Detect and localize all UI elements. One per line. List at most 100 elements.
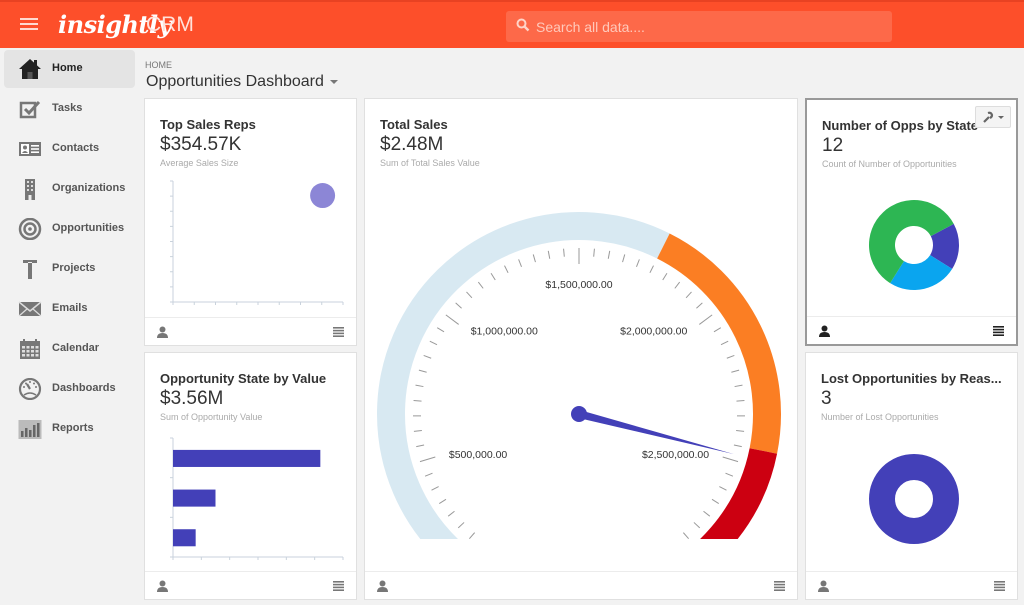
top-sales-reps-card: Top Sales Reps $354.57K Average Sales Si… bbox=[144, 98, 357, 346]
user-icon[interactable] bbox=[818, 580, 829, 592]
lost-opportunities-card: Lost Opportunities by Reas... 3 Number o… bbox=[805, 352, 1018, 600]
gauge-minor-tick bbox=[563, 248, 565, 257]
scatter-chart[interactable] bbox=[145, 174, 358, 314]
sidebar: Home Tasks Contacts Organizations Opport… bbox=[0, 48, 138, 605]
wrench-icon bbox=[983, 111, 1004, 123]
user-icon[interactable] bbox=[819, 325, 830, 337]
scatter-point bbox=[310, 183, 336, 209]
gauge-minor-tick bbox=[415, 384, 424, 388]
sidebar-item-projects[interactable]: Projects bbox=[4, 250, 135, 288]
gauge-minor-tick bbox=[725, 472, 734, 477]
sidebar-item-calendar[interactable]: Calendar bbox=[4, 330, 135, 368]
gauge-minor-tick bbox=[719, 486, 727, 491]
gauge-minor-tick bbox=[720, 340, 729, 346]
hamburger-menu-icon[interactable] bbox=[20, 16, 38, 32]
gauge-minor-tick bbox=[547, 250, 551, 259]
gauge-minor-tick bbox=[636, 259, 640, 268]
gauge-label: $2,000,000.00 bbox=[620, 325, 687, 337]
bar bbox=[173, 529, 196, 547]
card-footer bbox=[807, 316, 1016, 344]
list-view-icon[interactable] bbox=[333, 327, 344, 337]
gauge-label: $1,500,000.00 bbox=[545, 279, 612, 291]
sidebar-item-label: Calendar bbox=[52, 342, 100, 354]
gauge-minor-tick bbox=[413, 430, 422, 432]
card-value: $3.56M bbox=[160, 388, 224, 409]
gauge-minor-tick bbox=[431, 486, 439, 491]
gauge-minor-tick bbox=[438, 498, 447, 505]
list-view-icon[interactable] bbox=[774, 581, 785, 591]
global-search[interactable] bbox=[506, 11, 892, 42]
gauge-band bbox=[700, 447, 778, 539]
horizontal-bar-chart[interactable] bbox=[145, 433, 358, 568]
building-icon bbox=[25, 179, 35, 200]
sidebar-item-dashboards[interactable]: Dashboards bbox=[4, 370, 135, 408]
gauge-major-tick bbox=[445, 314, 459, 325]
card-footer bbox=[365, 571, 797, 599]
product-name: CRM bbox=[146, 13, 194, 36]
card-title: Opportunity State by Value bbox=[160, 371, 327, 386]
gauge-needle bbox=[577, 410, 734, 455]
list-view-icon[interactable] bbox=[994, 581, 1005, 591]
bar-chart-icon bbox=[18, 420, 42, 439]
sidebar-item-organizations[interactable]: Organizations bbox=[4, 170, 135, 208]
search-input[interactable] bbox=[536, 11, 876, 42]
gauge-minor-tick bbox=[429, 340, 438, 346]
gauge-needle-hub bbox=[571, 406, 587, 422]
gauge-minor-tick bbox=[734, 384, 743, 388]
opps-by-state-card: Number of Opps by State 12 Count of Numb… bbox=[805, 98, 1018, 346]
gauge-minor-tick bbox=[477, 281, 484, 289]
sidebar-item-label: Emails bbox=[52, 302, 88, 314]
gauge-minor-tick bbox=[662, 272, 668, 281]
sidebar-item-label: Contacts bbox=[52, 142, 100, 154]
donut-chart[interactable] bbox=[806, 438, 1017, 568]
sidebar-item-label: Tasks bbox=[52, 102, 83, 114]
tasks-checkbox-icon bbox=[19, 100, 41, 119]
gauge-label: $1,000,000.00 bbox=[471, 325, 538, 337]
sidebar-item-emails[interactable]: Emails bbox=[4, 290, 135, 328]
gauge-minor-tick bbox=[607, 250, 611, 259]
gauge-chart[interactable]: $0.00$500,000.00$1,000,000.00$1,500,000.… bbox=[365, 199, 797, 539]
list-view-icon[interactable] bbox=[993, 326, 1004, 336]
home-icon bbox=[19, 59, 41, 79]
card-title: Number of Opps by State bbox=[822, 118, 979, 133]
list-view-icon[interactable] bbox=[333, 581, 344, 591]
sidebar-item-label: Projects bbox=[52, 262, 96, 274]
gauge-minor-tick bbox=[622, 254, 626, 263]
gauge-minor-tick bbox=[736, 399, 745, 402]
hammer-icon bbox=[23, 260, 37, 279]
card-title: Total Sales bbox=[380, 117, 448, 132]
bar bbox=[173, 489, 216, 507]
card-value: $354.57K bbox=[160, 134, 242, 155]
gauge-minor-tick bbox=[726, 354, 735, 359]
sidebar-item-label: Organizations bbox=[52, 182, 126, 194]
speedometer-icon bbox=[18, 378, 42, 400]
gauge-minor-tick bbox=[733, 444, 742, 448]
user-icon[interactable] bbox=[157, 326, 168, 338]
chevron-down-icon bbox=[329, 79, 338, 84]
sidebar-item-tasks[interactable]: Tasks bbox=[4, 90, 135, 128]
dashboard-selector[interactable]: Opportunities Dashboard bbox=[146, 73, 338, 91]
gauge-major-tick bbox=[722, 456, 739, 463]
sidebar-item-opportunities[interactable]: Opportunities bbox=[4, 210, 135, 248]
user-icon[interactable] bbox=[157, 580, 168, 592]
gauge-minor-tick bbox=[490, 272, 496, 281]
donut-chart[interactable] bbox=[807, 185, 1016, 315]
gauge-major-tick bbox=[699, 314, 713, 325]
breadcrumb[interactable]: HOME bbox=[145, 60, 172, 70]
sidebar-item-label: Reports bbox=[52, 422, 94, 434]
gauge-minor-tick bbox=[649, 265, 654, 274]
sidebar-item-reports[interactable]: Reports bbox=[4, 410, 135, 448]
gauge-minor-tick bbox=[518, 259, 522, 268]
card-footer bbox=[145, 571, 356, 599]
gauge-minor-tick bbox=[436, 327, 445, 333]
card-title: Lost Opportunities by Reas... bbox=[821, 371, 1002, 386]
sidebar-item-contacts[interactable]: Contacts bbox=[4, 130, 135, 168]
card-settings-button[interactable] bbox=[975, 106, 1011, 128]
gauge-minor-tick bbox=[418, 369, 427, 373]
gauge-minor-tick bbox=[532, 254, 536, 263]
gauge-minor-tick bbox=[504, 265, 509, 274]
user-icon[interactable] bbox=[377, 580, 388, 592]
card-footer bbox=[806, 571, 1017, 599]
sidebar-item-home[interactable]: Home bbox=[4, 50, 135, 88]
gauge-minor-tick bbox=[593, 248, 595, 257]
